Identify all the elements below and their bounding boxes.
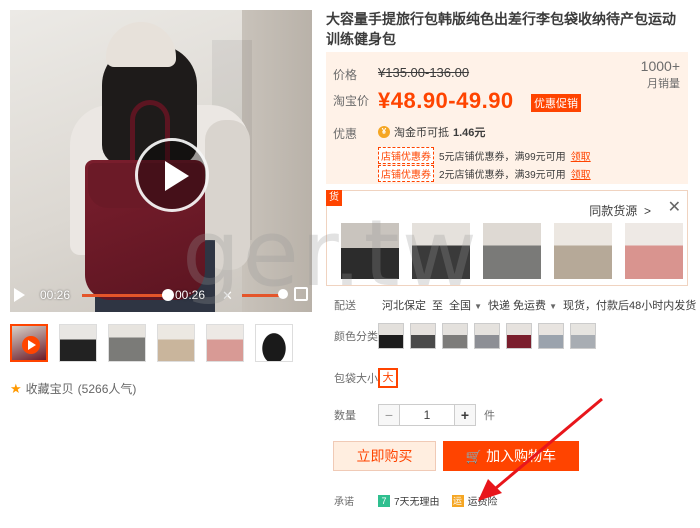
seven-day-return-icon: 7: [378, 494, 390, 507]
color-label: 颜色分类: [334, 331, 378, 343]
shipping-insurance-icon: 运: [451, 494, 464, 507]
size-label: 包袋大小: [334, 373, 378, 385]
close-icon[interactable]: ✕: [668, 197, 681, 217]
coupon-row: 店铺优惠券 5元店铺优惠券，满99元可用 领取: [378, 147, 591, 164]
color-option[interactable]: [506, 323, 532, 349]
size-option-selected[interactable]: 大: [378, 368, 398, 388]
collect-link[interactable]: ★ 收藏宝贝 (5266人气): [10, 380, 136, 397]
product-page: 00:26 00:26 ✕ ★ 收藏宝贝 (5266人气) 大容量手提旅行包韩版…: [0, 0, 700, 528]
collect-count: (5266人气): [77, 382, 137, 396]
coin-text: 淘金币可抵: [394, 127, 449, 139]
star-icon: ★: [10, 380, 22, 396]
related-item[interactable]: [483, 223, 541, 279]
color-option[interactable]: [410, 323, 436, 349]
buy-now-button[interactable]: 立即购买: [333, 441, 436, 471]
coin-value: 1.46元: [453, 127, 486, 139]
discount-label: 优惠: [333, 127, 358, 141]
watermark: ger.tw: [182, 200, 479, 307]
orig-price-label: 价格: [333, 68, 358, 82]
thumbnail-image[interactable]: [108, 324, 146, 362]
coupon-tag: 店铺优惠券: [378, 147, 434, 164]
play-icon: [22, 336, 40, 354]
quantity-label: 数量: [334, 410, 356, 422]
thumbnail-image[interactable]: [157, 324, 195, 362]
coin-discount: ¥ 淘金币可抵 1.46元: [378, 124, 485, 140]
coupon-text: 2元店铺优惠券，满39元可用: [439, 170, 566, 181]
thumbnail-video[interactable]: [10, 324, 48, 362]
color-option[interactable]: [538, 323, 564, 349]
promise-label: 承诺: [334, 497, 354, 508]
coupon-text: 5元店铺优惠券，满99元可用: [439, 152, 566, 163]
sales-count-value: 1000+: [640, 58, 680, 74]
promo-price: ¥48.90-49.90: [378, 88, 514, 113]
play-icon[interactable]: [14, 288, 25, 302]
video-progress-bar[interactable]: [82, 294, 172, 297]
coupon-row: 店铺优惠券 2元店铺优惠券，满39元可用 领取: [378, 165, 591, 182]
related-item[interactable]: [625, 223, 683, 279]
quantity-input[interactable]: 1: [400, 404, 454, 426]
promise-text: 7天无理由: [394, 497, 440, 508]
annotation-arrow-icon: [478, 397, 603, 501]
delivery-note: 现货，付款后48小时内发货: [563, 300, 697, 312]
related-item[interactable]: [554, 223, 612, 279]
promise-item[interactable]: 7 7天无理由: [378, 493, 440, 508]
related-header-text: 同款货源: [589, 204, 638, 218]
thumbnail-image[interactable]: [59, 324, 97, 362]
orig-price: ¥135.00-136.00: [378, 65, 470, 80]
video-progress-knob[interactable]: [162, 289, 174, 301]
collect-label: 收藏宝贝: [25, 382, 74, 396]
caret-down-icon: ▼: [549, 302, 558, 311]
color-selector: 颜色分类: [334, 323, 596, 349]
chevron-right-icon: >: [643, 204, 651, 218]
size-selector: 包袋大小 大: [334, 368, 398, 388]
thumbnail-image[interactable]: [255, 324, 293, 362]
coupon-get-link[interactable]: 领取: [571, 148, 591, 163]
coupon-get-link[interactable]: 领取: [571, 166, 591, 181]
color-option[interactable]: [474, 323, 500, 349]
product-title: 大容量手提旅行包韩版纯色出差行李包袋收纳待产包运动训练健身包: [326, 11, 676, 47]
related-goods-link[interactable]: 同款货源 >: [589, 202, 651, 219]
color-option[interactable]: [378, 323, 404, 349]
monthly-sales: 1000+ 月销量: [641, 58, 680, 92]
price-box: 价格 ¥135.00-136.00 淘宝价 ¥48.90-49.90 优惠促销 …: [326, 52, 688, 184]
video-current-time: 00:26: [40, 288, 71, 302]
promo-badge: 优惠促销: [531, 94, 581, 112]
color-option[interactable]: [442, 323, 468, 349]
promo-price-label: 淘宝价: [333, 94, 370, 108]
coupon-tag: 店铺优惠券: [378, 165, 434, 182]
sales-count-label: 月销量: [647, 78, 680, 90]
shipping-select[interactable]: 快递 免运费 ▼: [488, 297, 557, 313]
thumbnail-image[interactable]: [206, 324, 244, 362]
coin-icon: ¥: [378, 126, 390, 138]
thumbnail-strip: [10, 324, 293, 362]
color-option[interactable]: [570, 323, 596, 349]
quantity-decrease-button[interactable]: −: [378, 404, 400, 426]
